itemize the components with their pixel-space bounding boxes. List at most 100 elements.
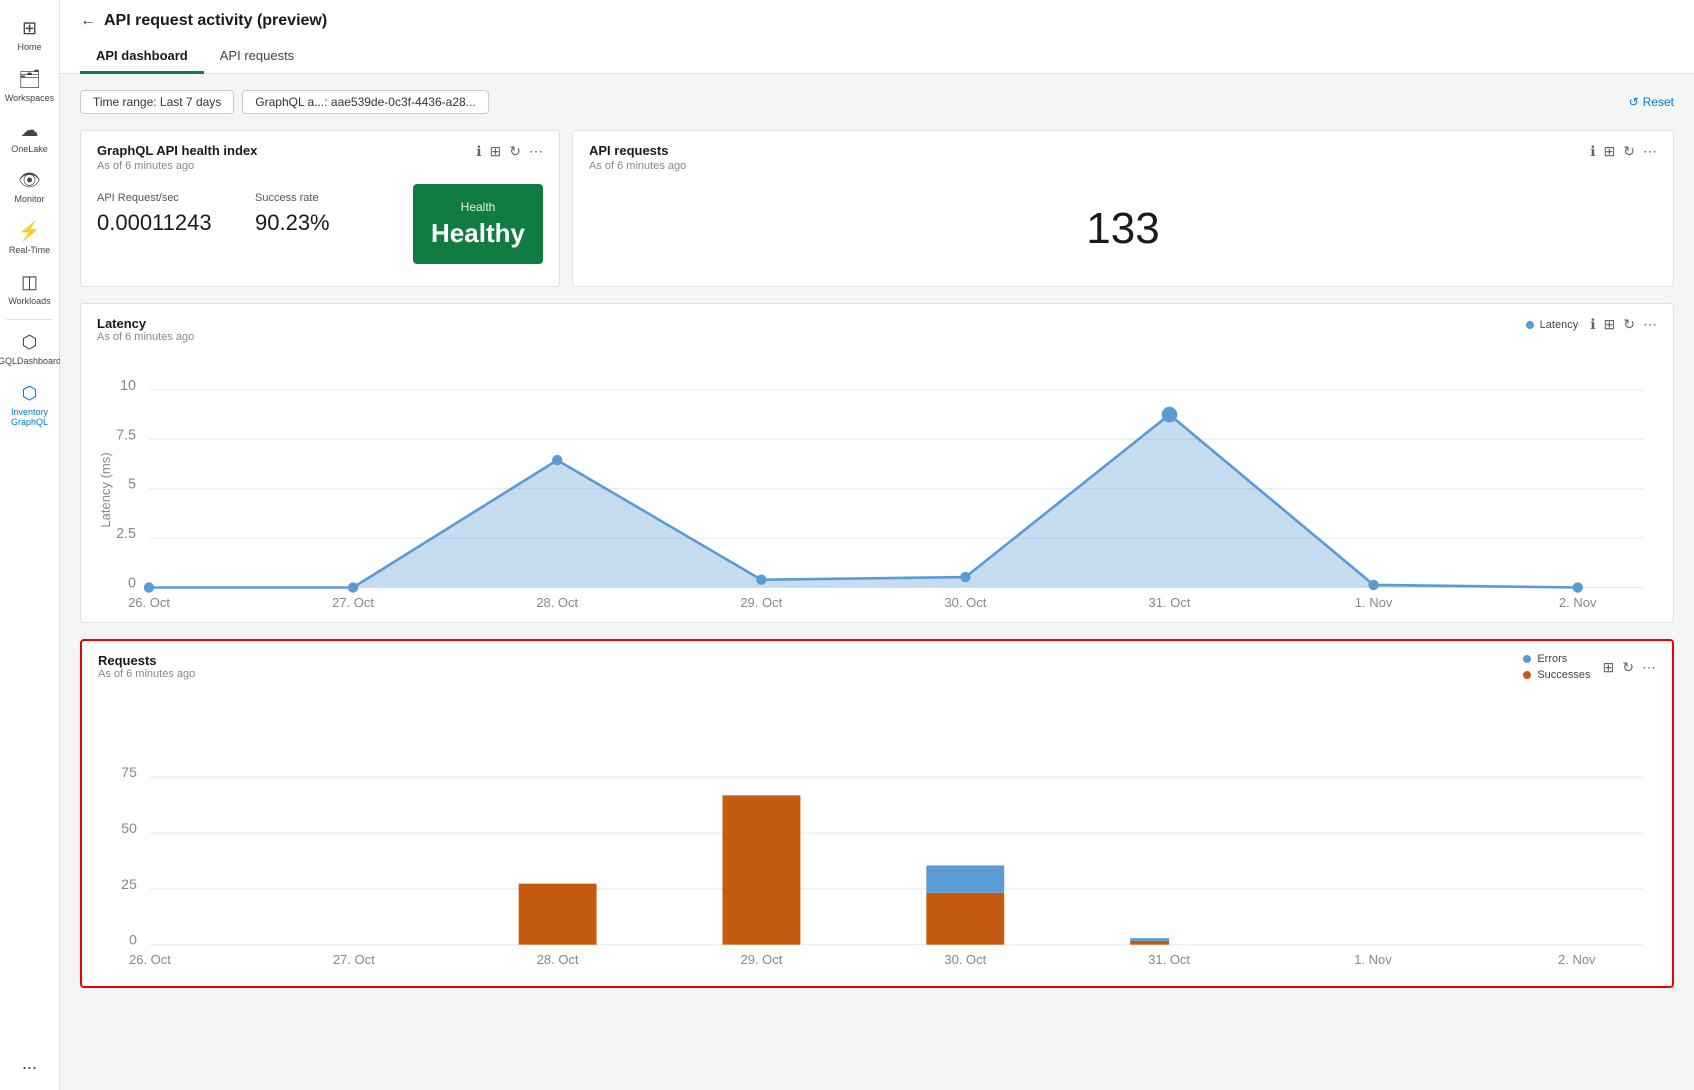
sidebar: ⊞ Home 🗂 Workspaces ☁ OneLake 👁 Monitor … — [0, 0, 60, 1090]
gql-dashboard-icon: ⬡ — [22, 332, 38, 353]
successes-legend-dot — [1523, 671, 1531, 679]
latency-legend-dot — [1526, 321, 1534, 329]
metric-success-rate-value: 90.23% — [255, 210, 413, 236]
filter-pills: Time range: Last 7 days GraphQL a...: aa… — [80, 90, 489, 114]
reset-label: Reset — [1643, 95, 1674, 109]
time-range-filter[interactable]: Time range: Last 7 days — [80, 90, 234, 114]
grid-icon-2[interactable]: ⊞ — [1604, 143, 1616, 160]
svg-text:30. Oct: 30. Oct — [944, 952, 986, 967]
svg-text:0: 0 — [128, 576, 136, 592]
svg-text:5: 5 — [128, 477, 136, 493]
latency-chart-actions: ℹ ⊞ ↻ ⋯ — [1590, 316, 1657, 333]
requests-legend-successes: Successes — [1523, 669, 1590, 681]
bar-30oct-errors — [926, 865, 1004, 892]
sidebar-item-onelake[interactable]: ☁ OneLake — [0, 112, 59, 163]
home-icon: ⊞ — [22, 18, 37, 39]
api-requests-card-actions: ℹ ⊞ ↻ ⋯ — [1590, 143, 1657, 160]
metric-request-rate-value: 0.00011243 — [97, 210, 255, 236]
health-card-header: GraphQL API health index As of 6 minutes… — [97, 143, 543, 184]
inventory-graphql-icon: ⬡ — [22, 383, 38, 404]
metric-success-rate-label: Success rate — [255, 192, 413, 204]
sidebar-item-gqldashboard[interactable]: ⬡ GQLDashboard — [0, 324, 59, 375]
cards-row: GraphQL API health index As of 6 minutes… — [80, 130, 1674, 287]
latency-chart-right: Latency ℹ ⊞ ↻ ⋯ — [1526, 316, 1657, 333]
sidebar-label-onelake: OneLake — [11, 144, 48, 155]
requests-chart-title: Requests — [98, 653, 195, 668]
tab-api-dashboard[interactable]: API dashboard — [80, 40, 204, 74]
api-filter[interactable]: GraphQL a...: aae539de-0c3f-4436-a28... — [242, 90, 488, 114]
sidebar-label-inventory-graphql: Inventory GraphQL — [4, 407, 55, 429]
requests-chart-panel: Requests As of 6 minutes ago Errors Succ… — [80, 639, 1674, 988]
content-area: Time range: Last 7 days GraphQL a...: aa… — [60, 74, 1694, 1090]
latency-chart-title-group: Latency As of 6 minutes ago — [97, 316, 194, 343]
sidebar-label-workloads: Workloads — [8, 296, 50, 307]
latency-chart-container: 0 2.5 5 7.5 10 Latency (ms) — [97, 347, 1657, 610]
refresh-icon-2[interactable]: ↻ — [1623, 143, 1635, 160]
page-header: ← API request activity (preview) API das… — [60, 0, 1694, 74]
metric-request-rate-label: API Request/sec — [97, 192, 255, 204]
sidebar-item-inventory-graphql[interactable]: ⬡ Inventory GraphQL — [0, 375, 59, 437]
main-content: ← API request activity (preview) API das… — [60, 0, 1694, 1090]
requests-chart-subtitle: As of 6 minutes ago — [98, 668, 195, 680]
svg-text:26. Oct: 26. Oct — [128, 595, 170, 607]
sidebar-more-button[interactable]: ... — [22, 1053, 37, 1074]
latency-legend: Latency — [1526, 319, 1579, 331]
sidebar-label-monitor: Monitor — [14, 194, 44, 205]
api-requests-subtitle: As of 6 minutes ago — [589, 160, 686, 172]
grid-icon-3[interactable]: ⊞ — [1604, 316, 1616, 333]
svg-text:29. Oct: 29. Oct — [741, 952, 783, 967]
sidebar-item-monitor[interactable]: 👁 Monitor — [0, 162, 59, 213]
errors-legend-dot — [1523, 655, 1531, 663]
requests-chart-right: Errors Successes ⊞ ↻ ⋯ — [1523, 653, 1656, 681]
bar-29oct-successes — [723, 795, 801, 944]
tab-bar: API dashboard API requests — [80, 40, 1674, 73]
requests-legend-errors: Errors — [1523, 653, 1590, 665]
api-requests-title: API requests — [589, 143, 686, 158]
svg-text:2.5: 2.5 — [116, 526, 136, 542]
tab-api-requests[interactable]: API requests — [204, 40, 310, 74]
latency-legend-item: Latency — [1526, 319, 1579, 331]
successes-legend-label: Successes — [1537, 669, 1590, 681]
bar-30oct-successes — [926, 893, 1004, 945]
svg-text:2. Nov: 2. Nov — [1559, 595, 1597, 607]
more-icon-2[interactable]: ⋯ — [1643, 143, 1657, 160]
grid-icon-4[interactable]: ⊞ — [1603, 659, 1615, 676]
refresh-icon-4[interactable]: ↻ — [1622, 659, 1634, 676]
header-title-row: ← API request activity (preview) — [80, 12, 1674, 30]
svg-text:31. Oct: 31. Oct — [1148, 952, 1190, 967]
health-card-actions: ℹ ⊞ ↻ ⋯ — [476, 143, 543, 160]
realtime-icon: ⚡ — [18, 221, 40, 242]
health-card-title: GraphQL API health index — [97, 143, 257, 158]
latency-chart-header: Latency As of 6 minutes ago Latency ℹ ⊞ … — [97, 316, 1657, 343]
metric-request-rate: API Request/sec 0.00011243 — [97, 184, 255, 264]
reset-button[interactable]: ↺ Reset — [1629, 95, 1674, 109]
sidebar-item-workloads[interactable]: ◫ Workloads — [0, 264, 59, 315]
info-icon-2[interactable]: ℹ — [1590, 143, 1595, 160]
svg-text:1. Nov: 1. Nov — [1354, 952, 1392, 967]
info-icon-3[interactable]: ℹ — [1590, 316, 1595, 333]
filter-bar: Time range: Last 7 days GraphQL a...: aa… — [80, 90, 1674, 114]
info-icon[interactable]: ℹ — [476, 143, 481, 160]
sidebar-item-realtime[interactable]: ⚡ Real-Time — [0, 213, 59, 264]
back-button[interactable]: ← — [80, 12, 96, 30]
latency-svg: 0 2.5 5 7.5 10 Latency (ms) — [97, 347, 1657, 607]
more-icon-3[interactable]: ⋯ — [1643, 316, 1657, 333]
sidebar-label-workspaces: Workspaces — [5, 93, 54, 104]
svg-text:2. Nov: 2. Nov — [1558, 952, 1596, 967]
sidebar-label-gqldashboard: GQLDashboard — [0, 356, 61, 367]
onelake-icon: ☁ — [21, 120, 39, 141]
grid-icon[interactable]: ⊞ — [490, 143, 502, 160]
health-badge-value: Healthy — [431, 218, 525, 249]
bar-28oct-successes — [519, 884, 597, 945]
svg-text:1. Nov: 1. Nov — [1355, 595, 1393, 607]
bar-31oct-successes — [1130, 941, 1169, 945]
latency-chart-title: Latency — [97, 316, 194, 331]
refresh-icon-3[interactable]: ↻ — [1623, 316, 1635, 333]
refresh-icon[interactable]: ↻ — [509, 143, 521, 160]
sidebar-item-workspaces[interactable]: 🗂 Workspaces — [0, 61, 59, 112]
sidebar-item-home[interactable]: ⊞ Home — [0, 10, 59, 61]
more-icon[interactable]: ⋯ — [529, 143, 543, 160]
more-icon-4[interactable]: ⋯ — [1642, 659, 1656, 676]
svg-text:29. Oct: 29. Oct — [740, 595, 782, 607]
svg-text:75: 75 — [121, 765, 137, 781]
